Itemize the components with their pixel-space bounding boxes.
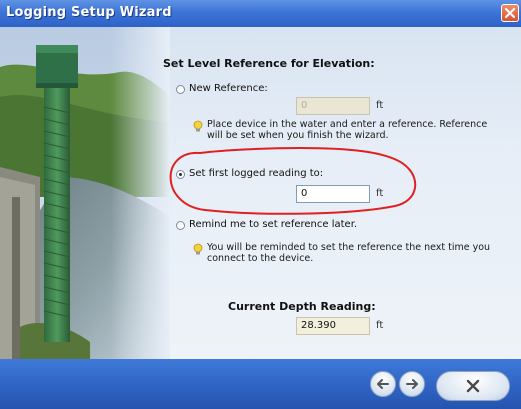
first-reading-input[interactable]: 0 [296,185,370,203]
new-reference-unit: ft [376,100,384,111]
well-photo [0,27,170,359]
new-reference-radio[interactable] [176,85,185,94]
remind-hint: You will be reminded to set the referenc… [207,242,491,264]
first-reading-label: Set first logged reading to: [189,168,324,179]
new-reference-label: New Reference: [189,83,268,94]
lightbulb-icon [193,120,203,132]
next-button[interactable] [399,371,425,397]
close-button[interactable] [501,4,519,22]
finish-button[interactable] [436,371,510,401]
new-reference-input: 0 [296,97,370,115]
new-reference-hint: Place device in the water and enter a re… [207,119,488,141]
remind-label: Remind me to set reference later. [189,219,358,230]
window-title: Logging Setup Wizard [6,5,172,20]
close-icon [504,7,516,19]
arrow-left-icon [377,379,389,389]
wizard-window: Logging Setup Wizard Set Level Reference… [0,0,521,409]
x-icon [466,379,480,393]
depth-label: Current Depth Reading: [228,300,376,313]
lightbulb-icon [193,243,203,255]
title-bar: Logging Setup Wizard [0,0,521,27]
remind-radio[interactable] [176,221,185,230]
depth-value: 28.390 [296,317,370,335]
back-button[interactable] [370,371,396,397]
section-heading: Set Level Reference for Elevation: [163,57,375,70]
first-reading-unit: ft [376,188,384,199]
arrow-right-icon [406,379,418,389]
first-reading-radio[interactable] [176,170,185,179]
wizard-content: Set Level Reference for Elevation: New R… [0,27,521,359]
depth-unit: ft [376,320,384,331]
